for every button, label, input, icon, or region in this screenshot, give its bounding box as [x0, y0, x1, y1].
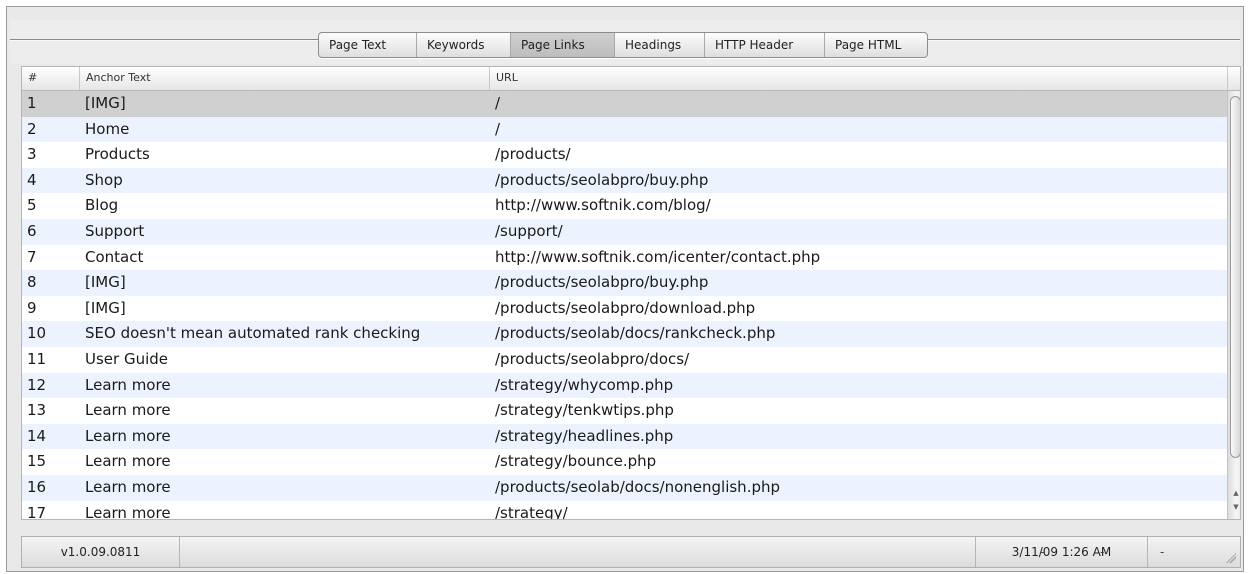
table-row[interactable]: 6 Support/support/ [22, 218, 1228, 245]
anchor-text-cell: Blog [85, 196, 119, 215]
row-number: 10 [27, 324, 47, 343]
row-number: 15 [27, 452, 47, 471]
scrollbar-thumb[interactable] [1230, 96, 1240, 458]
table-body: 1 [IMG] / 2 Home / 3 Products/products/4 Shop/pr… [22, 91, 1228, 520]
anchor-text-cell: SEO doesn't mean automated rank checking [85, 324, 421, 343]
tab-page-text[interactable]: Page Text [319, 33, 417, 57]
url-cell: /strategy/headlines.php [495, 426, 674, 445]
anchor-text-cell: Learn more [85, 426, 171, 445]
row-number: 14 [27, 426, 47, 445]
anchor-text-cell: Learn more [85, 503, 171, 520]
status-dash: - [1040, 545, 1045, 559]
row-number: 11 [27, 349, 47, 368]
url-cell: /products/seolab/docs/nonenglish.php [495, 477, 781, 496]
url-cell: /strategy/bounce.php [495, 452, 657, 471]
url-cell: /products/ [495, 145, 571, 164]
row-number: 16 [27, 477, 47, 496]
table-row[interactable]: 5 Blog http://www.softnik.com/blog/ [22, 193, 1228, 219]
anchor-text-cell: Shop [85, 170, 123, 189]
row-number: 4 [27, 170, 37, 189]
table-row[interactable]: 10 SEO doesn't mean automated rank checki… [22, 321, 1228, 347]
anchor-text-cell: [IMG] [85, 273, 126, 292]
resize-grip-icon[interactable] [1226, 553, 1236, 563]
status-dash: - [1160, 545, 1165, 559]
table-row[interactable]: 13 Learn more/strategy/tenkwtips.php [22, 398, 1228, 424]
links-table: # Anchor Text URL 1 [IMG] / 2 Home / 3 Products… [21, 66, 1241, 520]
anchor-text-cell: [IMG] [85, 298, 126, 317]
url-cell: / [495, 94, 501, 112]
row-number: 8 [27, 273, 37, 292]
anchor-text-cell: User Guide [85, 349, 169, 368]
row-number: 17 [27, 503, 47, 520]
table-row[interactable]: 16 Learn more/products/seolab/docs/noneng… [22, 474, 1228, 501]
url-cell: /products/seolab/docs/rankcheck.php [495, 324, 776, 343]
url-cell: /products/seolabpro/download.php [495, 298, 756, 317]
table-row[interactable]: 2 Home / [22, 116, 1228, 143]
row-number: 3 [27, 145, 37, 164]
table-row[interactable]: 4 Shop/products/seolabpro/buy.php [22, 167, 1228, 194]
table-row[interactable]: 11 User Guide/products/seolabpro/docs/ [22, 346, 1228, 373]
table-row[interactable]: 15 Learn more/strategy/bounce.php [22, 449, 1228, 475]
anchor-text-cell: Home [85, 119, 130, 138]
tab-keywords[interactable]: Keywords [417, 33, 511, 57]
column-header-number[interactable]: # [22, 67, 80, 90]
row-number: 9 [27, 298, 37, 317]
vertical-scrollbar[interactable]: ▲ ▼ [1227, 91, 1240, 519]
column-header-anchor-text[interactable]: Anchor Text [80, 67, 490, 90]
url-cell: /products/seolabpro/buy.php [495, 273, 709, 292]
table-row[interactable]: 17 Learn more/strategy/ [22, 500, 1228, 520]
anchor-text-cell: [IMG] [85, 94, 126, 112]
url-cell: http://www.softnik.com/blog/ [495, 196, 711, 215]
table-row[interactable]: 7 Contact http://www.softnik.com/icenter/c… [22, 244, 1228, 271]
table-header: # Anchor Text URL [22, 67, 1240, 91]
table-row[interactable]: 1 [IMG] / [22, 91, 1228, 117]
row-number: 5 [27, 196, 37, 215]
anchor-text-cell: Contact [85, 247, 144, 266]
status-message [180, 537, 976, 567]
tab-page-html[interactable]: Page HTML [825, 33, 927, 57]
url-cell: http://www.softnik.com/icenter/contact.p… [495, 247, 821, 266]
row-number: 6 [27, 221, 37, 240]
url-cell: /strategy/whycomp.php [495, 375, 674, 394]
datetime-label: 3/11/09 1:26 AM [976, 537, 1148, 567]
table-row[interactable]: 12 Learn more/strategy/whycomp.php [22, 372, 1228, 399]
scroll-down-arrow-icon[interactable]: ▼ [1231, 503, 1240, 511]
anchor-text-cell: Products [85, 145, 150, 164]
row-number: 1 [27, 94, 37, 112]
row-number: 2 [27, 119, 37, 138]
column-header-url[interactable]: URL [490, 67, 1228, 90]
url-cell: /products/seolabpro/docs/ [495, 349, 690, 368]
anchor-text-cell: Support [85, 221, 145, 240]
tab-http-header[interactable]: HTTP Header [705, 33, 825, 57]
status-dash: - [1100, 545, 1105, 559]
url-cell: /strategy/ [495, 503, 568, 520]
scroll-up-arrow-icon[interactable]: ▲ [1231, 489, 1240, 497]
table-row[interactable]: 8 [IMG] /products/seolabpro/buy.php [22, 270, 1228, 296]
anchor-text-cell: Learn more [85, 401, 171, 420]
row-number: 12 [27, 375, 47, 394]
row-number: 7 [27, 247, 37, 266]
table-row[interactable]: 3 Products/products/ [22, 142, 1228, 168]
tab-page-links[interactable]: Page Links [511, 33, 615, 57]
tab-headings[interactable]: Headings [615, 33, 705, 57]
url-cell: / [495, 119, 501, 138]
anchor-text-cell: Learn more [85, 477, 171, 496]
version-label: v1.0.09.0811 [22, 537, 180, 567]
url-cell: /products/seolabpro/buy.php [495, 170, 709, 189]
url-cell: /support/ [495, 221, 563, 240]
row-number: 13 [27, 401, 47, 420]
table-row[interactable]: 9 [IMG] /products/seolabpro/download.php [22, 295, 1228, 322]
url-cell: /strategy/tenkwtips.php [495, 401, 674, 420]
anchor-text-cell: Learn more [85, 375, 171, 394]
status-bar: v1.0.09.0811 3/11/09 1:26 AM - - - [21, 536, 1241, 568]
anchor-text-cell: Learn more [85, 452, 171, 471]
view-tabs: Page Text Keywords Page Links Headings H… [318, 32, 928, 58]
table-row[interactable]: 14 Learn more/strategy/headlines.php [22, 423, 1228, 450]
